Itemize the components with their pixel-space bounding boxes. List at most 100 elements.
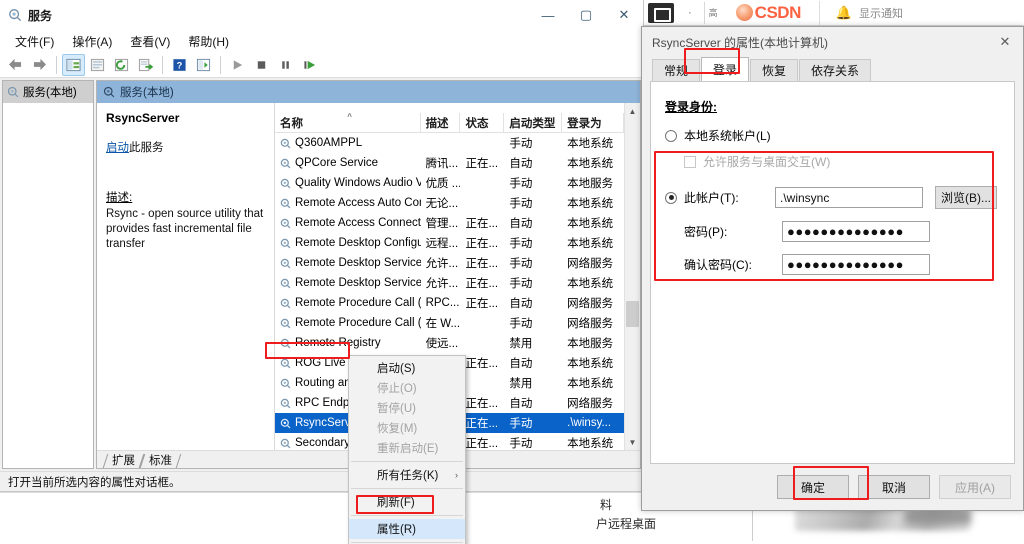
radio-this-account[interactable]: 此帐户(T):	[665, 189, 775, 206]
restart-service-icon[interactable]	[298, 54, 321, 76]
detail-description: Rsync - open source utility that provide…	[106, 208, 264, 250]
start-service-suffix: 此服务	[129, 142, 164, 154]
show-hide-tree-icon[interactable]	[62, 53, 85, 76]
scrollbar-track[interactable]	[625, 119, 641, 434]
tab-logon[interactable]: 登录	[701, 57, 750, 81]
radio-local-system-account[interactable]: 本地系统帐户(L)	[665, 127, 1000, 144]
maximize-button[interactable]: ▢	[567, 0, 605, 30]
browser-dot: ·	[688, 6, 692, 19]
table-row[interactable]: Remote Procedure Call (... RPC... 正在... 自动 网…	[275, 293, 624, 313]
service-gear-icon	[280, 258, 291, 268]
dialog-title: RsyncServer 的属性(本地计算机)	[652, 35, 829, 50]
context-menu-item[interactable]: 属性(R)	[349, 519, 465, 539]
cell-name: Remote Registry	[275, 337, 421, 349]
list-vertical-scrollbar[interactable]: ▲ ▼	[624, 103, 640, 450]
column-header-name-label: 名称	[280, 117, 303, 130]
toolbar-separator-1	[56, 55, 57, 74]
cancel-button[interactable]: 取消	[858, 475, 930, 499]
cell-logon: 本地系统	[567, 378, 614, 390]
ok-button[interactable]: 确定	[777, 475, 849, 499]
scroll-up-arrow-icon[interactable]: ▲	[625, 103, 641, 119]
properties-icon[interactable]	[86, 54, 109, 76]
table-row[interactable]: QPCore Service 腾讯... 正在... 自动 本地系统	[275, 153, 624, 173]
password-input[interactable]: ●●●●●●●●●●●●●●	[782, 221, 930, 242]
radio-local-system-label: 本地系统帐户(L)	[684, 129, 771, 143]
console-header-label: 服务(本地)	[120, 87, 174, 99]
column-header-startup-type[interactable]: 启动类型	[504, 113, 563, 132]
menu-file[interactable]: 文件(F)	[6, 31, 63, 52]
scroll-down-arrow-icon[interactable]: ▼	[625, 434, 641, 450]
notify-label: 显示通知	[859, 7, 904, 20]
browser-separator	[703, 1, 705, 24]
column-header-status[interactable]: 状态	[460, 113, 505, 132]
column-header-description[interactable]: 描述	[421, 113, 461, 132]
browse-button[interactable]: 浏览(B)...	[935, 186, 997, 209]
tab-general[interactable]: 常规	[652, 59, 701, 81]
dialog-tabs: 常规 登录 恢复 依存关系	[642, 57, 1023, 81]
service-name-text: Remote Desktop Services	[295, 257, 421, 269]
tab-standard[interactable]: 标准	[142, 452, 179, 468]
table-row[interactable]: Remote Desktop Configu... 远程... 正在... 手动 本地系…	[275, 233, 624, 253]
cell-logon: 本地系统	[567, 218, 614, 230]
column-header-name[interactable]: ^ 名称	[275, 112, 421, 132]
cell-desc: 使远...	[425, 338, 459, 350]
browser-app-icon	[648, 2, 674, 23]
context-menu-item[interactable]: 刷新(F)	[349, 492, 465, 512]
table-row[interactable]: Remote Desktop Services 允许... 正在... 手动 网络服务	[275, 253, 624, 273]
services-window: 服务 — ▢ ✕ 文件(F) 操作(A) 查看(V) 帮助(H) ? 服务(本地…	[0, 0, 644, 492]
cell-status: 正在...	[465, 298, 499, 310]
stop-service-icon[interactable]	[250, 54, 273, 76]
tree-node-services-local[interactable]: 服务(本地)	[3, 81, 93, 103]
background-text-line1: 料	[600, 498, 613, 512]
cell-status: 正在...	[465, 278, 499, 290]
services-gear-icon	[7, 86, 19, 98]
tab-extended[interactable]: 扩展	[105, 452, 142, 468]
service-name-text: QPCore Service	[295, 157, 379, 169]
start-service-link[interactable]: 启动	[106, 142, 129, 154]
window-titlebar: 服务 — ▢ ✕	[0, 0, 643, 30]
service-gear-icon	[280, 198, 291, 208]
cell-logon: 本地系统	[567, 358, 614, 370]
table-row[interactable]: Quality Windows Audio V... 优质 ... 手动 本地服务	[275, 173, 624, 193]
notify-group[interactable]: 🔔 显示通知	[836, 5, 903, 21]
dialog-footer: 确定 取消 应用(A)	[642, 464, 1023, 510]
checkbox-allow-desktop-interact[interactable]: 允许服务与桌面交互(W)	[684, 153, 1000, 170]
cell-startup: 手动	[509, 278, 533, 290]
browser-vertical-text: 高	[707, 8, 718, 17]
close-icon[interactable]: ✕	[987, 27, 1023, 57]
column-header-logon-as[interactable]: 登录为	[562, 113, 624, 132]
minimize-button[interactable]: —	[529, 0, 567, 30]
account-name-input[interactable]: .\winsync	[775, 187, 923, 208]
details-pane: RsyncServer 启动此服务 描述: Rsync - open sourc…	[97, 103, 275, 450]
close-button[interactable]: ✕	[605, 0, 643, 30]
start-service-icon[interactable]	[226, 54, 249, 76]
table-row[interactable]: Remote Access Auto Con... 无论... 手动 本地系统	[275, 193, 624, 213]
service-gear-icon	[280, 178, 291, 188]
table-row[interactable]: Q360AMPPL 手动 本地系统	[275, 133, 624, 153]
help-icon[interactable]: ?	[168, 54, 191, 76]
back-arrow-icon[interactable]	[4, 54, 27, 76]
menu-view[interactable]: 查看(V)	[121, 31, 179, 52]
show-hide-action-pane-icon[interactable]	[192, 54, 215, 76]
table-row[interactable]: Remote Procedure Call (... 在 W... 手动 网络服务	[275, 313, 624, 333]
refresh-icon[interactable]	[110, 54, 133, 76]
table-row[interactable]: Remote Access Connecti... 管理... 正在... 自动 本地系…	[275, 213, 624, 233]
table-row[interactable]: Remote Desktop Service... 允许... 正在... 手动 本地系…	[275, 273, 624, 293]
menu-help[interactable]: 帮助(H)	[179, 31, 238, 52]
cell-desc: 允许...	[425, 278, 459, 290]
table-row[interactable]: Remote Registry 使远... 禁用 本地服务	[275, 333, 624, 353]
tab-recovery[interactable]: 恢复	[750, 59, 799, 81]
confirm-password-input[interactable]: ●●●●●●●●●●●●●●	[782, 254, 930, 275]
cell-logon: 网络服务	[567, 258, 614, 270]
bell-icon: 🔔	[835, 4, 853, 20]
scrollbar-thumb[interactable]	[625, 301, 639, 327]
context-menu-item[interactable]: 启动(S)	[349, 358, 465, 378]
menu-action[interactable]: 操作(A)	[63, 31, 121, 52]
context-menu-item[interactable]: 所有任务(K) ›	[349, 465, 465, 485]
forward-arrow-icon[interactable]	[28, 54, 51, 76]
console-header: 服务(本地)	[97, 81, 640, 103]
tab-dependencies[interactable]: 依存关系	[799, 59, 872, 81]
export-list-icon[interactable]	[134, 54, 157, 76]
cell-startup: 手动	[509, 318, 533, 330]
pause-service-icon[interactable]	[274, 54, 297, 76]
